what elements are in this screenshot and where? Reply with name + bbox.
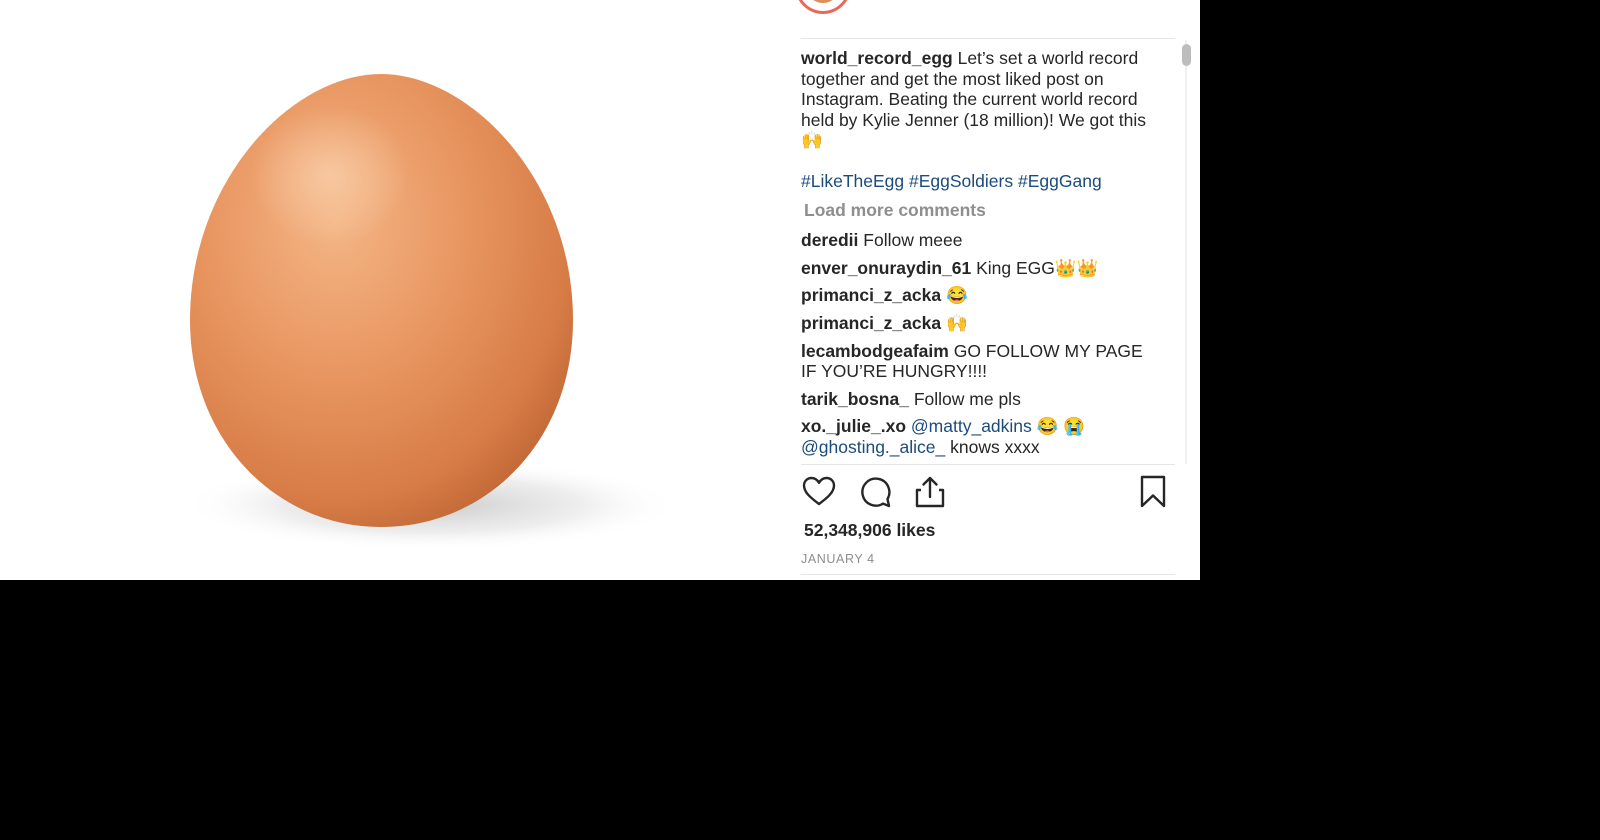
comment-text: Follow meee — [863, 230, 963, 251]
header-username[interactable]: world_record_egg — [863, 0, 1036, 1]
egg-highlight — [250, 105, 410, 245]
egg-photo — [180, 74, 680, 551]
comment-item: primanci_z_acka 🙌 — [801, 313, 1161, 334]
post-caption: world_record_egg Let’s set a world recor… — [801, 48, 1161, 151]
bookmark-icon[interactable] — [1135, 474, 1171, 510]
comment-item: tarik_bosna_ Follow me pls — [801, 389, 1161, 410]
hashtag-link[interactable]: #LikeTheEgg — [801, 171, 904, 191]
comment-username[interactable]: enver_onuraydin_61 — [801, 258, 971, 278]
speech-bubble-icon[interactable] — [857, 474, 893, 510]
comment-username[interactable]: deredii — [801, 230, 858, 250]
comment-username[interactable]: tarik_bosna_ — [801, 389, 909, 409]
likes-count[interactable]: 52,348,906 likes — [804, 520, 935, 541]
comment-username[interactable]: lecambodgeafaim — [801, 341, 949, 361]
comment-text: 🙌 — [945, 312, 968, 333]
comment-item: lecambodgeafaim GO FOLLOW MY PAGE IF YOU… — [801, 341, 1161, 382]
post-image[interactable] — [0, 0, 785, 580]
profile-avatar[interactable] — [795, 0, 851, 14]
heart-outline-icon[interactable] — [801, 474, 837, 510]
load-more-comments-button[interactable]: Load more comments — [804, 200, 1161, 221]
avatar-image — [806, 0, 840, 3]
comments-list[interactable]: world_record_egg Let’s set a world recor… — [801, 44, 1161, 464]
comment-username[interactable]: primanci_z_acka — [801, 313, 941, 333]
comment-item: enver_onuraydin_61 King EGG👑👑 — [801, 258, 1161, 279]
comment-item: primanci_z_acka 😂 — [801, 285, 1161, 306]
hashtag-link[interactable]: #EggSoldiers — [909, 171, 1013, 191]
comment-mention[interactable]: @matty_adkins — [911, 416, 1032, 436]
caption-hashtags: #LikeTheEgg #EggSoldiers #EggGang — [801, 171, 1161, 192]
instagram-post-window: world_record_egg world_record_egg Let’s … — [0, 0, 1200, 580]
comment-text: knows xxxx — [950, 436, 1040, 457]
comment-text: King EGG👑👑 — [976, 257, 1099, 278]
comment-text: Follow me pls — [913, 388, 1021, 409]
footer-divider — [801, 574, 1175, 575]
post-side-panel: world_record_egg world_record_egg Let’s … — [795, 0, 1200, 580]
comment-text: 😂 — [945, 285, 968, 306]
comment-item: xo._julie_.xo @matty_adkins 😂 😭 @ghostin… — [801, 416, 1161, 457]
scroll-thumb[interactable] — [1182, 44, 1191, 66]
comment-username[interactable]: xo._julie_.xo — [801, 416, 906, 436]
comment-username[interactable]: primanci_z_acka — [801, 285, 941, 305]
comment-emoji: 😂 😭 — [1036, 416, 1086, 437]
post-date[interactable]: JANUARY 4 — [801, 552, 875, 566]
caption-username[interactable]: world_record_egg — [801, 48, 953, 68]
comment-item: deredii Follow meee — [801, 230, 1161, 251]
comments-scrollbar[interactable] — [1180, 40, 1192, 464]
share-upload-icon[interactable] — [912, 474, 948, 510]
comment-mention[interactable]: @ghosting._alice_ — [801, 437, 945, 457]
scroll-track — [1185, 40, 1187, 464]
hashtag-link[interactable]: #EggGang — [1018, 171, 1102, 191]
actions-divider — [801, 464, 1175, 465]
header-divider — [801, 38, 1175, 39]
